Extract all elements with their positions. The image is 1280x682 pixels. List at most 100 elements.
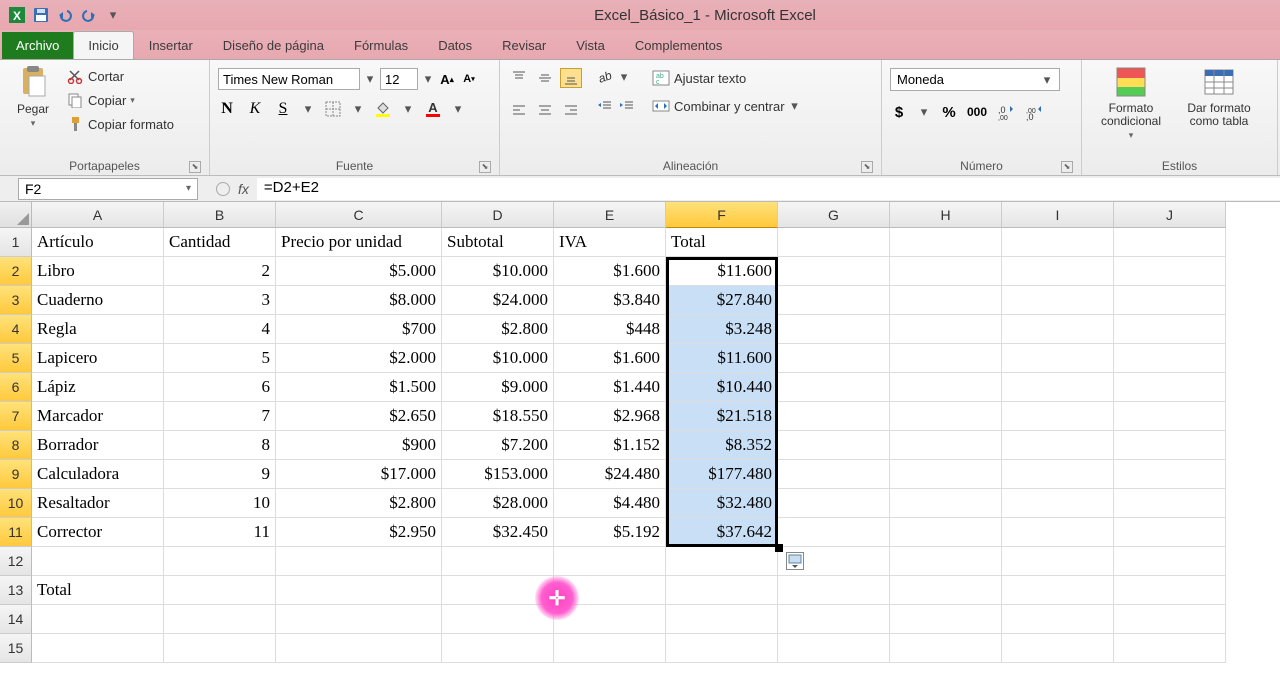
cell[interactable] [778,489,890,518]
cell[interactable]: Resaltador [32,489,164,518]
cell[interactable] [1114,576,1226,605]
cell[interactable]: $24.480 [554,460,666,489]
tab-diseno[interactable]: Diseño de página [208,31,339,59]
cell[interactable] [666,547,778,576]
align-top-button[interactable] [508,68,530,88]
cell[interactable] [32,634,164,663]
cell[interactable] [778,460,890,489]
formula-input[interactable]: =D2+E2 [257,178,1280,200]
cell[interactable] [1114,518,1226,547]
cell[interactable] [778,286,890,315]
cell[interactable]: $1.600 [554,257,666,286]
cell[interactable] [1002,489,1114,518]
cell[interactable] [890,489,1002,518]
bold-button[interactable]: N [218,100,236,118]
cell[interactable]: Borrador [32,431,164,460]
cell[interactable] [778,518,890,547]
cell[interactable]: $18.550 [442,402,554,431]
spreadsheet-grid[interactable]: ABCDEFGHIJ 1ArtículoCantidadPrecio por u… [0,202,1280,663]
italic-button[interactable]: K [246,100,264,118]
cell[interactable]: 10 [164,489,276,518]
decrease-indent-button[interactable] [596,98,614,116]
cell[interactable] [1114,373,1226,402]
tab-vista[interactable]: Vista [561,31,620,59]
borders-button[interactable] [324,100,342,118]
cell[interactable] [1002,605,1114,634]
cell[interactable]: $7.200 [442,431,554,460]
cell[interactable]: $1.152 [554,431,666,460]
cell[interactable]: $32.450 [442,518,554,547]
cell[interactable]: $2.800 [442,315,554,344]
cell[interactable] [276,547,442,576]
cell[interactable] [890,402,1002,431]
select-all-corner[interactable] [0,202,32,228]
increase-decimal-button[interactable]: ,0,00 [996,103,1014,121]
cell[interactable]: IVA [554,228,666,257]
cell[interactable]: 9 [164,460,276,489]
tab-complementos[interactable]: Complementos [620,31,737,59]
cell[interactable]: $10.000 [442,257,554,286]
cell[interactable] [164,605,276,634]
cell[interactable] [1002,634,1114,663]
cell[interactable] [778,634,890,663]
cell[interactable] [1114,489,1226,518]
row-header[interactable]: 12 [0,547,32,576]
cell[interactable]: Subtotal [442,228,554,257]
row-header[interactable]: 7 [0,402,32,431]
cell[interactable]: $11.600 [666,257,778,286]
cell[interactable] [890,228,1002,257]
cell[interactable] [890,634,1002,663]
cell[interactable]: $700 [276,315,442,344]
underline-button[interactable]: S [274,100,292,118]
cell[interactable] [890,576,1002,605]
cell[interactable] [442,576,554,605]
grow-font-icon[interactable]: A▴ [438,70,456,88]
align-bottom-button[interactable] [560,68,582,88]
save-icon[interactable] [30,4,52,26]
cell[interactable] [890,547,1002,576]
cell[interactable] [890,315,1002,344]
col-header-I[interactable]: I [1002,202,1114,228]
cell[interactable] [164,634,276,663]
qat-customize-icon[interactable]: ▾ [102,4,124,26]
cell[interactable] [890,605,1002,634]
row-header[interactable]: 1 [0,228,32,257]
cell[interactable]: $153.000 [442,460,554,489]
cell[interactable] [666,605,778,634]
autofill-options-button[interactable] [786,552,804,570]
name-box[interactable]: F2 ▾ [18,178,198,200]
row-header[interactable]: 13 [0,576,32,605]
cell[interactable] [1114,431,1226,460]
cell[interactable]: 4 [164,315,276,344]
cell[interactable] [1114,402,1226,431]
cell[interactable] [890,373,1002,402]
align-center-button[interactable] [534,100,556,120]
cell[interactable]: $17.000 [276,460,442,489]
cell[interactable]: Marcador [32,402,164,431]
cell[interactable] [32,605,164,634]
alignment-launcher[interactable]: ⬊ [861,161,873,173]
font-launcher[interactable]: ⬊ [479,161,491,173]
tab-file[interactable]: Archivo [2,32,73,59]
fill-color-button[interactable] [374,100,392,118]
cell[interactable] [276,605,442,634]
percent-button[interactable]: % [940,103,958,121]
clipboard-launcher[interactable]: ⬊ [189,161,201,173]
col-header-E[interactable]: E [554,202,666,228]
cell[interactable]: $177.480 [666,460,778,489]
cell[interactable] [1002,315,1114,344]
number-format-selector[interactable]: Moneda ▾ [890,68,1060,91]
cell[interactable] [778,402,890,431]
increase-indent-button[interactable] [618,98,636,116]
cell[interactable] [890,257,1002,286]
cell[interactable]: $5.192 [554,518,666,547]
row-header[interactable]: 4 [0,315,32,344]
chevron-down-icon[interactable]: ▾ [364,71,376,87]
cell[interactable] [1114,286,1226,315]
cell[interactable] [1002,373,1114,402]
cell[interactable]: 6 [164,373,276,402]
cell[interactable] [666,576,778,605]
cell[interactable]: $3.248 [666,315,778,344]
cell[interactable]: $2.950 [276,518,442,547]
cell[interactable] [1114,228,1226,257]
